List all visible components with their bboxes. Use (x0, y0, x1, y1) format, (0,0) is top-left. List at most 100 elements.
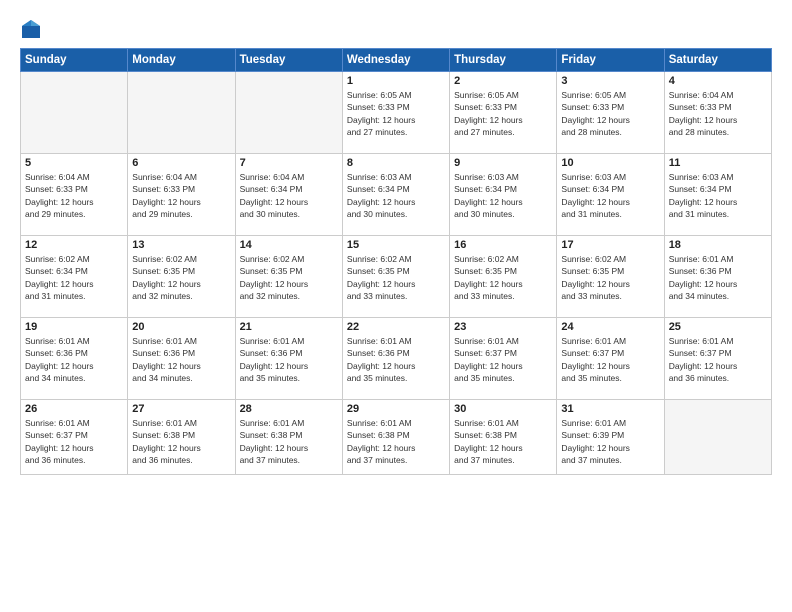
day-number: 12 (25, 239, 123, 251)
day-info: Sunrise: 6:01 AMSunset: 6:36 PMDaylight:… (25, 335, 123, 384)
calendar-cell: 28Sunrise: 6:01 AMSunset: 6:38 PMDayligh… (235, 400, 342, 475)
day-info: Sunrise: 6:03 AMSunset: 6:34 PMDaylight:… (669, 171, 767, 220)
calendar-table: SundayMondayTuesdayWednesdayThursdayFrid… (20, 48, 772, 475)
calendar-cell: 25 Sunrise: 6:01 AMSunset: 6:37 PMDayligh… (664, 318, 771, 400)
calendar-week-row: 12 Sunrise: 6:02 AMSunset: 6:34 PMDayligh… (21, 236, 772, 318)
day-info: Sunrise: 6:01 AMSunset: 6:38 PMDaylight:… (454, 417, 552, 466)
day-number: 20 (132, 321, 230, 333)
day-info: Sunrise: 6:04 AMSunset: 6:34 PMDaylight:… (240, 171, 338, 220)
logo (20, 18, 46, 40)
day-info: Sunrise: 6:02 AMSunset: 6:35 PMDaylight:… (561, 253, 659, 302)
day-info: Sunrise: 6:01 AMSunset: 6:36 PMDaylight:… (240, 335, 338, 384)
day-number: 25 (669, 321, 767, 333)
day-info: Sunrise: 6:01 AMSunset: 6:39 PMDaylight:… (561, 417, 659, 466)
day-number: 21 (240, 321, 338, 333)
day-info: Sunrise: 6:03 AMSunset: 6:34 PMDaylight:… (454, 171, 552, 220)
day-info: Sunrise: 6:02 AMSunset: 6:34 PMDaylight:… (25, 253, 123, 302)
weekday-header-wednesday: Wednesday (342, 49, 449, 72)
day-info: Sunrise: 6:02 AMSunset: 6:35 PMDaylight:… (240, 253, 338, 302)
calendar-cell (235, 72, 342, 154)
header (20, 18, 772, 40)
day-number: 2 (454, 75, 552, 87)
day-info: Sunrise: 6:04 AMSunset: 6:33 PMDaylight:… (132, 171, 230, 220)
calendar-cell: 13 Sunrise: 6:02 AMSunset: 6:35 PMDayligh… (128, 236, 235, 318)
calendar-cell: 31 Sunrise: 6:01 AMSunset: 6:39 PMDayligh… (557, 400, 664, 475)
day-info: Sunrise: 6:04 AMSunset: 6:33 PMDaylight:… (669, 89, 767, 138)
day-number: 1 (347, 75, 445, 87)
weekday-header-row: SundayMondayTuesdayWednesdayThursdayFrid… (21, 49, 772, 72)
day-info: Sunrise: 6:03 AMSunset: 6:34 PMDaylight:… (347, 171, 445, 220)
calendar-cell: 23 Sunrise: 6:01 AMSunset: 6:37 PMDayligh… (450, 318, 557, 400)
day-number: 15 (347, 239, 445, 251)
day-number: 10 (561, 157, 659, 169)
day-number: 3 (561, 75, 659, 87)
day-number: 30 (454, 403, 552, 415)
logo-icon (20, 18, 42, 40)
weekday-header-friday: Friday (557, 49, 664, 72)
day-info: Sunrise: 6:01 AMSunset: 6:38 PMDaylight:… (347, 417, 445, 466)
calendar-cell: 29 Sunrise: 6:01 AMSunset: 6:38 PMDayligh… (342, 400, 449, 475)
calendar-cell: 14Sunrise: 6:02 AMSunset: 6:35 PMDayligh… (235, 236, 342, 318)
day-info: Sunrise: 6:01 AMSunset: 6:37 PMDaylight:… (669, 335, 767, 384)
day-info: Sunrise: 6:05 AMSunset: 6:33 PMDaylight:… (454, 89, 552, 138)
calendar-cell: 9 Sunrise: 6:03 AMSunset: 6:34 PMDaylight… (450, 154, 557, 236)
day-number: 4 (669, 75, 767, 87)
day-info: Sunrise: 6:03 AMSunset: 6:34 PMDaylight:… (561, 171, 659, 220)
day-number: 23 (454, 321, 552, 333)
day-number: 24 (561, 321, 659, 333)
calendar-cell: 4 Sunrise: 6:04 AMSunset: 6:33 PMDaylight… (664, 72, 771, 154)
calendar-cell: 17Sunrise: 6:02 AMSunset: 6:35 PMDayligh… (557, 236, 664, 318)
day-number: 9 (454, 157, 552, 169)
day-number: 19 (25, 321, 123, 333)
calendar-cell: 8 Sunrise: 6:03 AMSunset: 6:34 PMDaylight… (342, 154, 449, 236)
day-info: Sunrise: 6:01 AMSunset: 6:37 PMDaylight:… (561, 335, 659, 384)
weekday-header-sunday: Sunday (21, 49, 128, 72)
weekday-header-thursday: Thursday (450, 49, 557, 72)
day-number: 13 (132, 239, 230, 251)
calendar-cell (128, 72, 235, 154)
day-info: Sunrise: 6:02 AMSunset: 6:35 PMDaylight:… (132, 253, 230, 302)
calendar-cell (21, 72, 128, 154)
calendar-week-row: 26 Sunrise: 6:01 AMSunset: 6:37 PMDayligh… (21, 400, 772, 475)
day-info: Sunrise: 6:01 AMSunset: 6:37 PMDaylight:… (454, 335, 552, 384)
calendar-cell: 16 Sunrise: 6:02 AMSunset: 6:35 PMDayligh… (450, 236, 557, 318)
weekday-header-monday: Monday (128, 49, 235, 72)
day-info: Sunrise: 6:02 AMSunset: 6:35 PMDaylight:… (454, 253, 552, 302)
day-number: 18 (669, 239, 767, 251)
day-info: Sunrise: 6:04 AMSunset: 6:33 PMDaylight:… (25, 171, 123, 220)
calendar-cell: 27Sunrise: 6:01 AMSunset: 6:38 PMDayligh… (128, 400, 235, 475)
calendar-cell (664, 400, 771, 475)
calendar-cell: 7 Sunrise: 6:04 AMSunset: 6:34 PMDaylight… (235, 154, 342, 236)
calendar-cell: 11 Sunrise: 6:03 AMSunset: 6:34 PMDayligh… (664, 154, 771, 236)
calendar-cell: 1Sunrise: 6:05 AMSunset: 6:33 PMDaylight… (342, 72, 449, 154)
calendar-cell: 3 Sunrise: 6:05 AMSunset: 6:33 PMDaylight… (557, 72, 664, 154)
day-number: 7 (240, 157, 338, 169)
day-number: 26 (25, 403, 123, 415)
calendar-week-row: 5 Sunrise: 6:04 AMSunset: 6:33 PMDaylight… (21, 154, 772, 236)
day-number: 5 (25, 157, 123, 169)
day-number: 22 (347, 321, 445, 333)
weekday-header-tuesday: Tuesday (235, 49, 342, 72)
calendar-cell: 10 Sunrise: 6:03 AMSunset: 6:34 PMDayligh… (557, 154, 664, 236)
calendar-cell: 6Sunrise: 6:04 AMSunset: 6:33 PMDaylight… (128, 154, 235, 236)
calendar-cell: 21 Sunrise: 6:01 AMSunset: 6:36 PMDayligh… (235, 318, 342, 400)
calendar-week-row: 1 Sunrise: 6:05 AMSunset: 6:33 PMDaylight… (21, 72, 772, 154)
day-number: 16 (454, 239, 552, 251)
day-info: Sunrise: 6:01 AMSunset: 6:36 PMDaylight:… (347, 335, 445, 384)
day-info: Sunrise: 6:02 AMSunset: 6:35 PMDaylight:… (347, 253, 445, 302)
calendar-cell: 5 Sunrise: 6:04 AMSunset: 6:33 PMDaylight… (21, 154, 128, 236)
calendar-cell: 22 Sunrise: 6:01 AMSunset: 6:36 PMDayligh… (342, 318, 449, 400)
day-info: Sunrise: 6:01 AMSunset: 6:38 PMDaylight:… (240, 417, 338, 466)
calendar-cell: 26 Sunrise: 6:01 AMSunset: 6:37 PMDayligh… (21, 400, 128, 475)
page: SundayMondayTuesdayWednesdayThursdayFrid… (0, 0, 792, 612)
day-number: 11 (669, 157, 767, 169)
day-info: Sunrise: 6:01 AMSunset: 6:37 PMDaylight:… (25, 417, 123, 466)
day-info: Sunrise: 6:05 AMSunset: 6:33 PMDaylight:… (561, 89, 659, 138)
day-number: 29 (347, 403, 445, 415)
day-number: 31 (561, 403, 659, 415)
calendar-cell: 19 Sunrise: 6:01 AMSunset: 6:36 PMDayligh… (21, 318, 128, 400)
calendar-cell: 30 Sunrise: 6:01 AMSunset: 6:38 PMDayligh… (450, 400, 557, 475)
calendar-cell: 12 Sunrise: 6:02 AMSunset: 6:34 PMDayligh… (21, 236, 128, 318)
day-number: 8 (347, 157, 445, 169)
calendar-cell: 2 Sunrise: 6:05 AMSunset: 6:33 PMDaylight… (450, 72, 557, 154)
